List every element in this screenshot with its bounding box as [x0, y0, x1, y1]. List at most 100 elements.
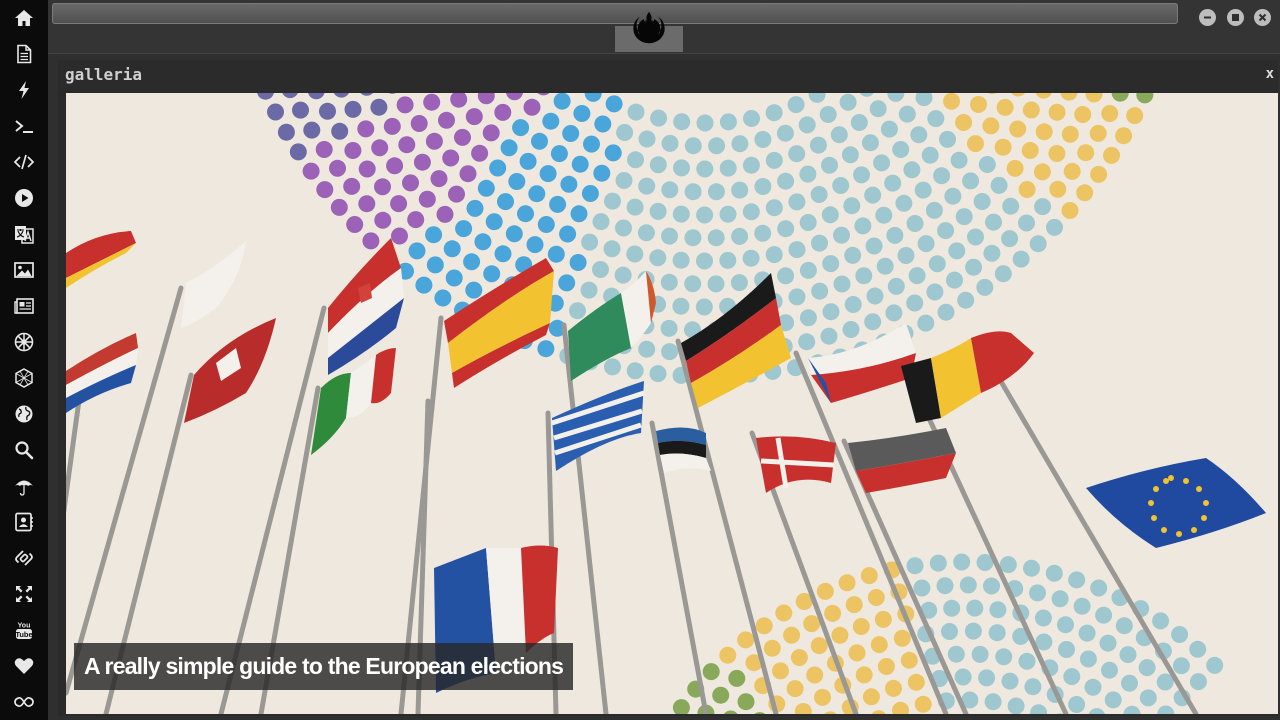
code-button[interactable] — [0, 144, 48, 180]
pattern-dot — [343, 177, 361, 195]
pattern-dot — [887, 93, 905, 102]
pattern-dot — [707, 275, 725, 293]
pattern-dot — [506, 93, 523, 101]
pattern-dot — [396, 96, 414, 114]
bolt-button[interactable] — [0, 72, 48, 108]
close-window-button[interactable] — [1254, 9, 1271, 26]
pattern-dot — [537, 340, 555, 358]
pattern-dot — [928, 255, 946, 273]
pattern-dot — [465, 108, 483, 126]
document-button[interactable] — [0, 36, 48, 72]
pattern-dot — [965, 258, 983, 276]
expand-button[interactable] — [0, 576, 48, 612]
home-icon — [15, 10, 33, 26]
pattern-dot — [798, 333, 816, 351]
panel-close-button[interactable]: x — [1266, 66, 1274, 82]
globe-button[interactable] — [0, 396, 48, 432]
pattern-dot — [661, 134, 679, 152]
home-button[interactable] — [0, 0, 48, 36]
pattern-dot — [638, 340, 656, 358]
umbrella-button[interactable] — [0, 468, 48, 504]
pattern-dot — [494, 103, 512, 121]
youtube-button[interactable]: You Tube — [0, 612, 48, 648]
pattern-dot — [707, 229, 725, 247]
pattern-dot — [921, 146, 939, 164]
pattern-dot — [914, 695, 932, 713]
umbrella-icon — [15, 480, 33, 496]
eu-flags-illustration — [66, 93, 1266, 714]
pattern-dot — [454, 128, 471, 146]
pattern-dot — [798, 116, 816, 134]
pattern-dot — [962, 172, 980, 190]
pattern-dot — [1119, 646, 1137, 664]
pattern-dot — [267, 103, 284, 121]
globe-icon — [15, 405, 33, 423]
pattern-dot — [528, 185, 546, 203]
pattern-dot — [844, 246, 862, 264]
pattern-dot — [788, 288, 806, 306]
pattern-dot — [442, 149, 460, 167]
pattern-dot — [418, 190, 436, 208]
pattern-dot — [661, 181, 679, 199]
address-bar[interactable] — [52, 3, 1178, 24]
pattern-dot — [562, 125, 580, 142]
pattern-dot — [1084, 678, 1102, 696]
pattern-dot — [788, 241, 806, 259]
pattern-dot — [660, 273, 678, 291]
pattern-dot — [1171, 626, 1189, 643]
pattern-dot — [852, 618, 870, 635]
play-button[interactable] — [0, 180, 48, 216]
maximize-button[interactable] — [1227, 9, 1244, 26]
pattern-dot — [673, 113, 691, 131]
pattern-dot — [302, 162, 320, 180]
pattern-dot — [702, 663, 720, 681]
pattern-dot — [1138, 659, 1156, 677]
pattern-dot — [649, 249, 667, 267]
pattern-dot — [893, 629, 911, 647]
pattern-dot — [788, 193, 806, 211]
minimize-button[interactable] — [1199, 9, 1216, 26]
pattern-dot — [1018, 652, 1036, 670]
pattern-dot — [786, 680, 804, 698]
pattern-dot — [1012, 250, 1030, 268]
pattern-dot — [833, 226, 850, 244]
pattern-dot — [593, 164, 611, 182]
favorites-button[interactable] — [0, 648, 48, 684]
pattern-dot — [970, 96, 987, 113]
galactic-empire-icon — [14, 332, 34, 352]
pattern-dot — [584, 93, 602, 102]
terminal-button[interactable] — [0, 108, 48, 144]
pattern-dot — [1126, 107, 1144, 125]
pattern-dot — [707, 183, 725, 201]
hexagon-button[interactable] — [0, 360, 48, 396]
pattern-dot — [672, 205, 690, 223]
pattern-dot — [917, 314, 935, 332]
pattern-dot — [824, 604, 842, 622]
pattern-dot — [594, 115, 612, 133]
pattern-dot — [581, 185, 599, 202]
empire-button[interactable] — [0, 324, 48, 360]
contacts-button[interactable] — [0, 504, 48, 540]
pattern-dot — [877, 658, 895, 675]
gallery-image[interactable]: A really simple guide to the European el… — [66, 93, 1278, 714]
pattern-dot — [885, 679, 902, 697]
pattern-dot — [547, 245, 565, 263]
minimize-icon — [1204, 16, 1211, 19]
pattern-dot — [1104, 691, 1122, 709]
pattern-dot — [569, 302, 586, 320]
translate-button[interactable] — [0, 216, 48, 252]
search-button[interactable] — [0, 432, 48, 468]
news-button[interactable] — [0, 288, 48, 324]
pattern-dot — [845, 596, 863, 614]
pattern-dot — [374, 178, 391, 196]
infinity-button[interactable] — [0, 684, 48, 720]
pattern-dot — [943, 599, 961, 617]
pattern-dot — [996, 98, 1014, 116]
image-button[interactable] — [0, 252, 48, 288]
pattern-dot — [277, 123, 295, 141]
pattern-dot — [850, 114, 868, 131]
pattern-dot — [821, 206, 839, 224]
pattern-dot — [988, 624, 1006, 642]
link-button[interactable] — [0, 540, 48, 576]
pattern-dot — [1088, 708, 1105, 714]
